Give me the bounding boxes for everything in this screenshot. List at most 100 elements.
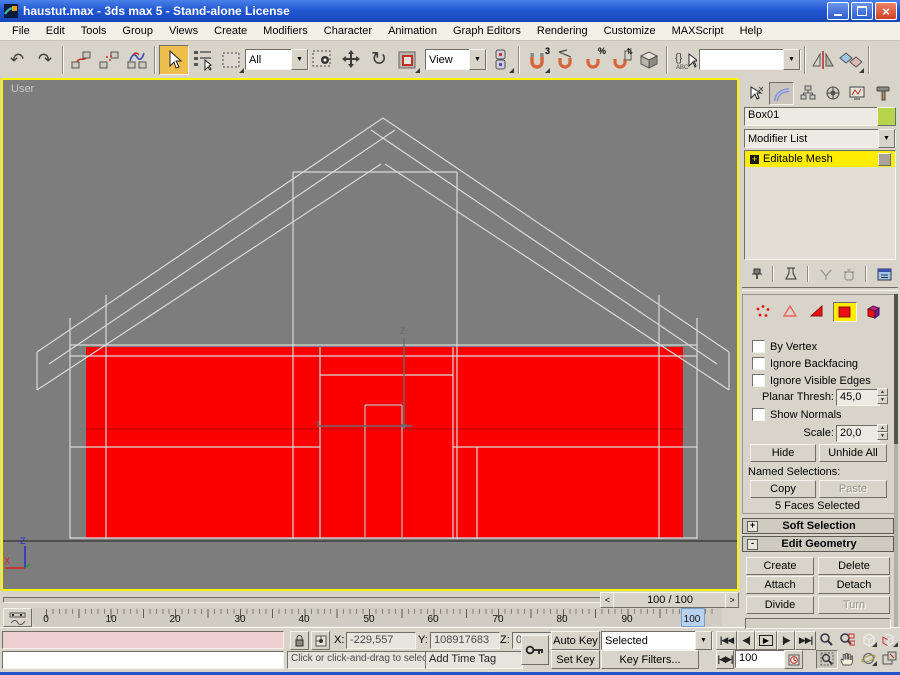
select-by-name-button[interactable]	[189, 46, 217, 74]
spinner-snap-button[interactable]: ⇅	[607, 46, 635, 74]
unlink-button[interactable]	[95, 46, 123, 74]
modifier-list-dropdown[interactable]: Modifier List ▼	[744, 129, 896, 148]
viewport-label[interactable]: User	[11, 83, 34, 95]
attach-button[interactable]: Attach	[746, 576, 814, 594]
delete-button[interactable]: Delete	[818, 557, 890, 575]
zoom-extents-all-button[interactable]	[879, 631, 899, 648]
close-button[interactable]: ×	[875, 2, 897, 20]
menu-edit[interactable]: Edit	[38, 23, 73, 39]
copy-button[interactable]: Copy	[750, 480, 816, 498]
dropdown-arrow-icon[interactable]: ▼	[783, 49, 800, 70]
bind-to-space-warp-button[interactable]	[123, 46, 151, 74]
maxscript-mini-listener-white[interactable]	[2, 651, 284, 669]
select-object-button[interactable]	[159, 45, 189, 75]
select-and-scale-button[interactable]	[393, 46, 421, 74]
object-name-field[interactable]: Box01	[744, 107, 878, 126]
redo-button[interactable]: ↷	[31, 46, 59, 74]
subobject-element-button[interactable]	[862, 302, 884, 320]
time-slider-next-button[interactable]: >	[725, 592, 739, 608]
subobject-edge-button[interactable]	[779, 302, 801, 320]
mirror-button[interactable]	[809, 46, 837, 74]
show-end-result-button[interactable]	[781, 266, 800, 283]
dropdown-arrow-icon[interactable]: ▼	[291, 49, 308, 70]
set-keys-button[interactable]	[521, 635, 549, 665]
paste-button[interactable]: Paste	[819, 480, 887, 498]
ignore-backfacing-checkbox[interactable]	[752, 357, 765, 370]
arc-rotate-button[interactable]	[858, 650, 878, 667]
edit-geometry-rollout[interactable]: - Edit Geometry	[742, 536, 894, 552]
go-to-start-button[interactable]: |◀◀	[716, 631, 737, 650]
named-selection-dropdown[interactable]: ▼	[699, 49, 801, 70]
detach-button[interactable]: Detach	[818, 576, 890, 594]
menu-maxscript[interactable]: MAXScript	[664, 23, 732, 39]
spinner-up-icon[interactable]: ▲	[877, 424, 888, 432]
keyboard-shortcut-override-button[interactable]: {}ABC	[671, 46, 699, 74]
key-mode-toggle-button[interactable]: |◀▶|	[716, 650, 734, 669]
use-pivot-center-button[interactable]	[487, 46, 515, 74]
timeline-ruler[interactable]: 0 10 20 30 40 50 60 70 80 90 100	[33, 608, 722, 626]
turn-button[interactable]: Turn	[818, 596, 890, 614]
open-mini-curve-editor-button[interactable]	[3, 608, 32, 627]
time-slider-track[interactable]	[3, 597, 602, 603]
spinner-down-icon[interactable]: ▼	[877, 432, 888, 440]
create-button[interactable]: Create	[746, 557, 814, 575]
angle-snap-button[interactable]	[551, 46, 579, 74]
current-frame-field[interactable]: 100	[735, 650, 787, 668]
panel-scrollbar-track[interactable]	[894, 294, 898, 627]
play-button[interactable]: ▶	[755, 631, 777, 650]
named-selection-sets-window-button[interactable]	[635, 46, 663, 74]
time-configuration-button[interactable]	[784, 650, 803, 669]
minimize-button[interactable]	[827, 2, 849, 20]
menu-character[interactable]: Character	[316, 23, 380, 39]
planar-thresh-spinner[interactable]: ▲ ▼	[877, 388, 888, 403]
subobject-face-button[interactable]	[806, 302, 828, 320]
zoom-button[interactable]	[816, 631, 836, 648]
menu-customize[interactable]: Customize	[596, 23, 664, 39]
next-frame-button[interactable]: |▶	[777, 631, 795, 650]
user-viewport[interactable]: User	[1, 78, 739, 591]
spinner-up-icon[interactable]: ▲	[877, 388, 888, 396]
tab-motion[interactable]	[821, 82, 844, 103]
tab-modify[interactable]	[769, 82, 794, 105]
restore-button[interactable]	[851, 2, 873, 20]
object-color-swatch[interactable]	[877, 107, 896, 126]
pan-button[interactable]	[837, 650, 857, 667]
snap-toggle-button[interactable]: 3	[523, 46, 551, 74]
zoom-extents-button[interactable]	[858, 631, 878, 648]
select-and-link-button[interactable]	[67, 46, 95, 74]
absolute-offset-toggle[interactable]	[311, 631, 330, 650]
menu-views[interactable]: Views	[161, 23, 206, 39]
tab-hierarchy[interactable]	[796, 82, 819, 103]
align-button[interactable]	[837, 46, 865, 74]
modifier-stack-row-editable-mesh[interactable]: + Editable Mesh	[745, 151, 895, 167]
dropdown-arrow-icon[interactable]: ▼	[695, 631, 712, 650]
modifier-onoff-icon[interactable]	[878, 153, 891, 166]
zoom-all-button[interactable]	[837, 631, 857, 648]
menu-animation[interactable]: Animation	[380, 23, 445, 39]
auto-key-button[interactable]: Auto Key	[551, 631, 600, 650]
select-and-move-button[interactable]	[337, 46, 365, 74]
key-filters-button[interactable]: Key Filters...	[601, 650, 699, 669]
y-coordinate-field[interactable]: 108917683	[430, 632, 500, 649]
divide-button[interactable]: Divide	[746, 596, 814, 614]
tab-create[interactable]	[744, 82, 767, 103]
by-vertex-checkbox[interactable]	[752, 340, 765, 353]
menu-tools[interactable]: Tools	[73, 23, 115, 39]
make-unique-button[interactable]	[816, 266, 835, 283]
percent-snap-button[interactable]: %	[579, 46, 607, 74]
tab-display[interactable]	[846, 82, 869, 103]
dropdown-arrow-icon[interactable]: ▼	[469, 49, 486, 70]
soft-selection-rollout[interactable]: + Soft Selection	[742, 518, 894, 534]
x-coordinate-field[interactable]: -229,557	[346, 632, 416, 649]
reference-coordsys-dropdown[interactable]: View ▼	[425, 49, 487, 70]
modifier-stack-list[interactable]: + Editable Mesh	[744, 150, 896, 260]
go-to-end-button[interactable]: ▶▶|	[795, 631, 816, 650]
add-time-tag[interactable]: Add Time Tag	[425, 651, 523, 669]
window-crossing-toggle-button[interactable]	[309, 46, 337, 74]
rectangular-selection-region-button[interactable]	[217, 46, 245, 74]
select-and-rotate-button[interactable]: ↻	[365, 46, 393, 74]
menu-create[interactable]: Create	[206, 23, 255, 39]
time-slider-handle[interactable]: 100 / 100	[613, 592, 727, 608]
expand-subobject-icon[interactable]: +	[750, 155, 759, 164]
menu-help[interactable]: Help	[732, 23, 771, 39]
